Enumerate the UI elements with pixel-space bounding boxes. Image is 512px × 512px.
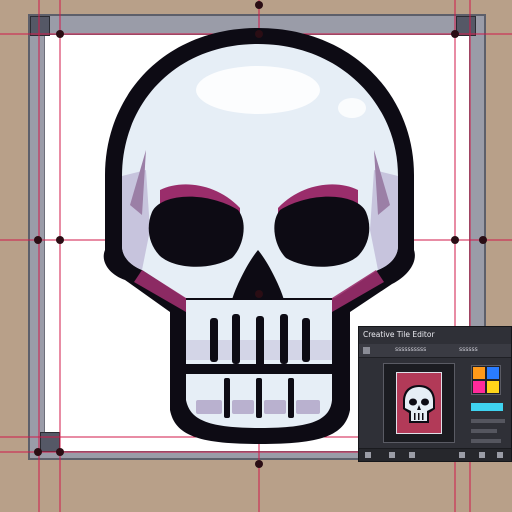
- swatch-pink[interactable]: [473, 381, 485, 393]
- tool-icon-5[interactable]: [479, 452, 485, 458]
- tool-icon-6[interactable]: [497, 452, 503, 458]
- tool-icon-1[interactable]: [365, 452, 371, 458]
- tool-icon-3[interactable]: [409, 452, 415, 458]
- slider-1[interactable]: [471, 419, 505, 423]
- panel-row-label: ssssssssss: [395, 346, 427, 353]
- tool-icon-2[interactable]: [389, 452, 395, 458]
- layer-icon[interactable]: [363, 347, 370, 354]
- swatch-blue[interactable]: [487, 367, 499, 379]
- color-swatches[interactable]: [471, 365, 501, 395]
- slider-2[interactable]: [471, 429, 497, 433]
- panel-row-label-2: ssssss: [459, 346, 478, 353]
- panel-toolbar-row: ssssssssss ssssss: [359, 344, 511, 358]
- skull-thumbnail-icon: [403, 385, 435, 423]
- color-bar[interactable]: [471, 403, 503, 411]
- preview-thumbnail: [396, 372, 442, 434]
- panel-bottom-toolbar: [359, 448, 511, 461]
- editor-panel[interactable]: Creative Tile Editor ssssssssss ssssss: [358, 326, 512, 462]
- swatch-orange[interactable]: [473, 367, 485, 379]
- left-eye-socket: [148, 196, 244, 267]
- right-eye-socket: [274, 196, 370, 267]
- tool-icon-4[interactable]: [459, 452, 465, 458]
- panel-title: Creative Tile Editor: [363, 330, 435, 339]
- slider-3[interactable]: [471, 439, 501, 443]
- preview-box: [383, 363, 455, 443]
- swatch-yellow[interactable]: [487, 381, 499, 393]
